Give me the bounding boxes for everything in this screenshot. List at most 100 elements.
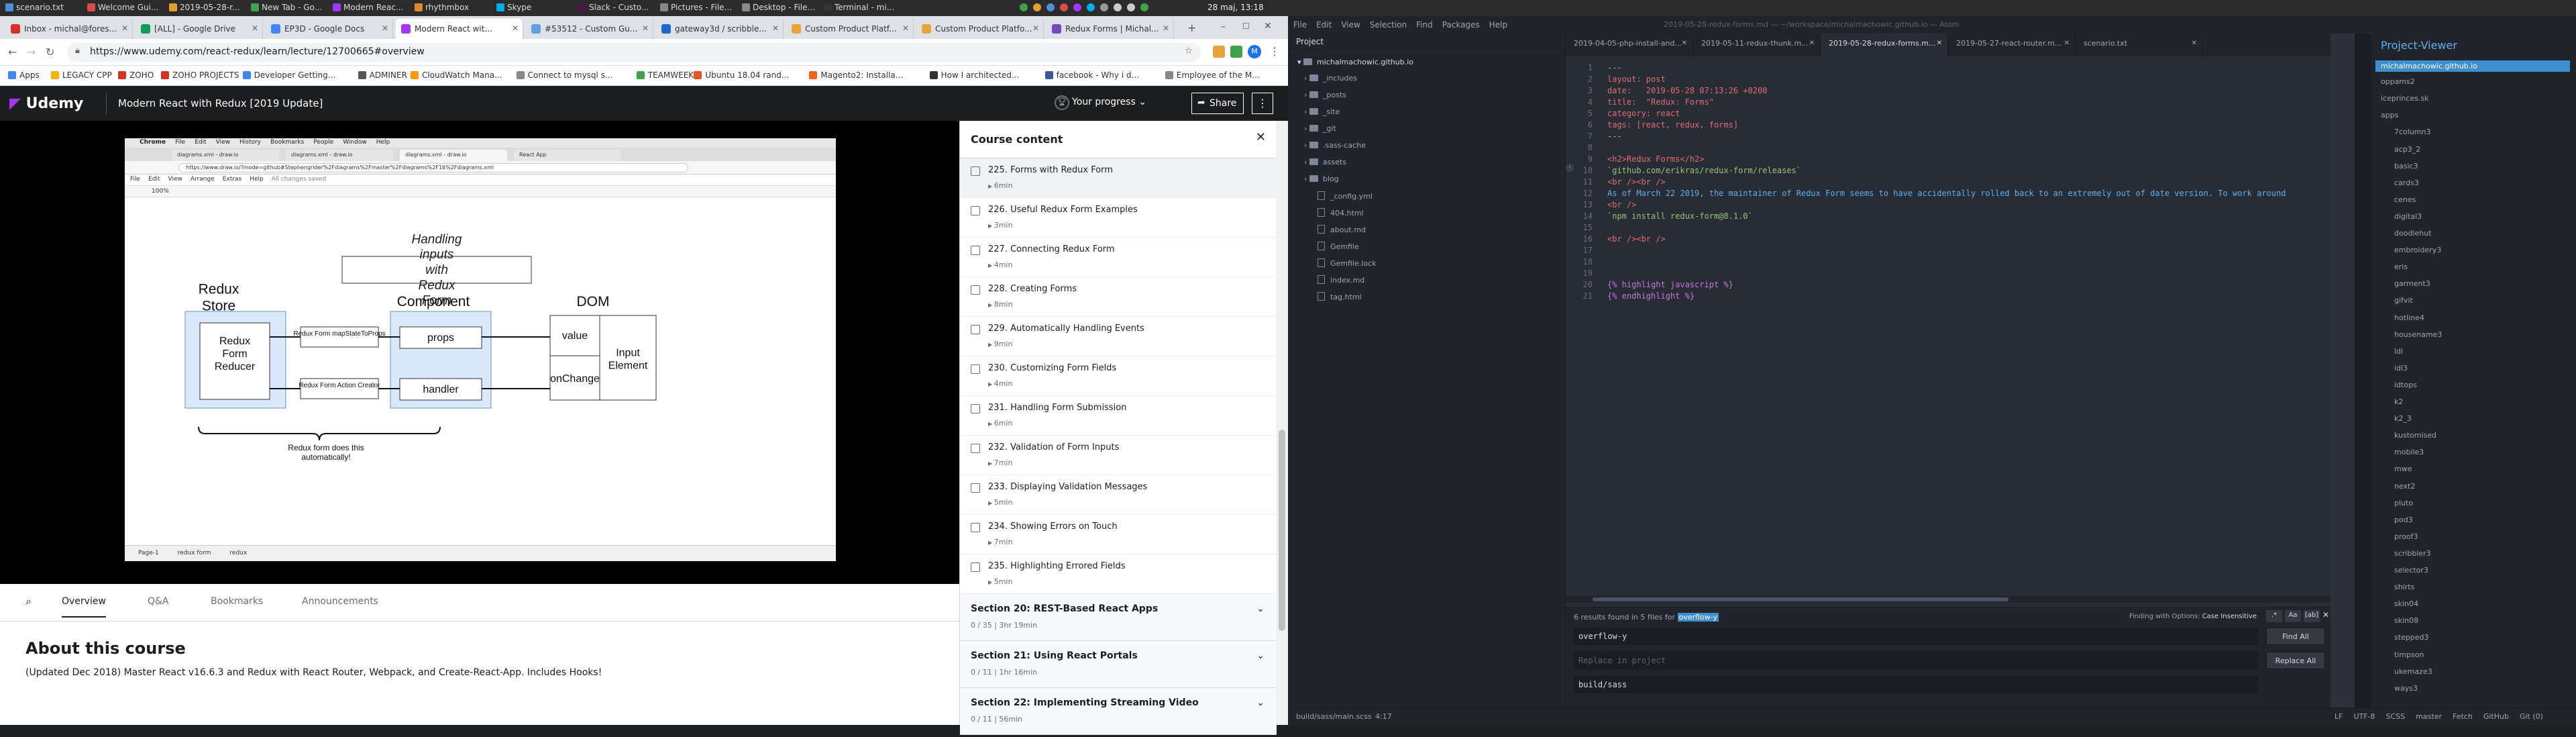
project-item[interactable]: eris: [2394, 262, 2408, 271]
close-tab-icon[interactable]: ✕: [902, 23, 909, 33]
close-icon[interactable]: ✕: [2322, 610, 2329, 620]
reload-icon[interactable]: ↻: [46, 46, 54, 58]
atom-menu-item[interactable]: Selection: [1370, 20, 1407, 30]
atom-menu-item[interactable]: Help: [1489, 20, 1507, 30]
tray-icon[interactable]: [1046, 3, 1055, 11]
tray-icon[interactable]: [1020, 3, 1028, 11]
status-cursor-position[interactable]: 4:17: [1375, 712, 1392, 721]
bookmark-item[interactable]: Magento2: Installa...: [809, 70, 903, 80]
project-group[interactable]: apps: [2381, 111, 2398, 119]
lecture-item[interactable]: 229. Automatically Handling Events ▶︎ 9mi…: [960, 317, 1277, 356]
course-tab[interactable]: Announcements: [302, 596, 378, 607]
project-item[interactable]: kustomised: [2394, 431, 2436, 440]
taskbar-item[interactable]: Pictures - File...: [660, 3, 738, 13]
lecture-item[interactable]: 228. Creating Forms ▶︎ 8min: [960, 277, 1277, 317]
replace-input[interactable]: Replace in project: [1574, 652, 2258, 669]
battery-icon[interactable]: [1140, 3, 1148, 11]
project-item[interactable]: pod3: [2394, 515, 2413, 524]
share-button[interactable]: ➦ Share: [1191, 93, 1244, 114]
project-item[interactable]: k2_3: [2394, 414, 2412, 423]
bookmark-item[interactable]: ZOHO PROJECTS: [161, 70, 239, 80]
close-tab-icon[interactable]: ✕: [1163, 23, 1169, 33]
project-item[interactable]: skin08: [2394, 616, 2418, 625]
close-tab-icon[interactable]: ✕: [252, 23, 258, 33]
udemy-logo[interactable]: ◤ Udemy: [9, 95, 83, 112]
regex-toggle[interactable]: .*: [2266, 610, 2282, 622]
project-item[interactable]: ldl: [2394, 347, 2403, 356]
lecture-item[interactable]: 227. Connecting Redux Form ▶︎ 4min: [960, 238, 1277, 277]
section-item[interactable]: Section 20: REST-Based React Apps 0 / 35 …: [960, 594, 1277, 641]
forward-icon[interactable]: →: [27, 46, 36, 58]
close-tab-icon[interactable]: ✕: [772, 23, 779, 33]
progress-button[interactable]: Your progress ⌄: [1072, 97, 1146, 107]
extension-icon[interactable]: [1213, 46, 1225, 58]
project-item[interactable]: housename3: [2394, 330, 2442, 339]
bookmark-item[interactable]: Employee of the M...: [1165, 70, 1260, 80]
network-icon[interactable]: [1127, 3, 1135, 11]
lecture-checkbox[interactable]: [971, 444, 980, 453]
course-title[interactable]: Modern React with Redux [2019 Update]: [118, 97, 323, 109]
replace-all-button[interactable]: Replace All: [2266, 652, 2325, 669]
project-item[interactable]: scribbler3: [2394, 549, 2431, 558]
close-icon[interactable]: ✕: [1256, 130, 1266, 144]
tree-tab[interactable]: Project: [1288, 34, 1566, 50]
bookmark-item[interactable]: How I architected...: [929, 70, 1019, 80]
lecture-checkbox[interactable]: [971, 483, 980, 493]
tree-item[interactable]: index.md: [1318, 275, 1364, 285]
lecture-checkbox[interactable]: [971, 166, 980, 176]
close-tab-icon[interactable]: ✕: [121, 23, 128, 33]
status-item[interactable]: LF: [2334, 712, 2343, 721]
status-item[interactable]: Fetch: [2453, 712, 2473, 721]
close-tab-icon[interactable]: ✕: [2192, 40, 2197, 47]
browser-tab[interactable]: EP3D - Google Docs ✕: [266, 19, 393, 39]
lecture-item[interactable]: 235. Highlighting Errored Fields ▶︎ 5min: [960, 554, 1277, 594]
profile-avatar[interactable]: M: [1248, 45, 1261, 58]
project-item[interactable]: mobile3: [2394, 448, 2424, 456]
bookmark-item[interactable]: ZOHO: [118, 70, 154, 80]
more-options-button[interactable]: ⋮: [1252, 93, 1273, 114]
editor-tab[interactable]: 2019-05-11-redux-thunk.m... ✕: [1693, 34, 1821, 56]
taskbar-item[interactable]: Desktop - File...: [742, 3, 820, 13]
project-item[interactable]: acp3_2: [2394, 145, 2420, 154]
bookmark-item[interactable]: Ubuntu 18.04 rand...: [694, 70, 789, 80]
scrollbar-thumb[interactable]: [1593, 597, 2008, 601]
scrollbar-thumb[interactable]: [1279, 430, 1285, 631]
taskbar-item[interactable]: rhythmbox: [415, 3, 492, 13]
atom-menu-item[interactable]: File: [1293, 20, 1307, 30]
lecture-checkbox[interactable]: [971, 562, 980, 572]
tray-icon[interactable]: [1087, 3, 1095, 11]
find-input[interactable]: overflow-y: [1574, 628, 2258, 645]
new-tab-button[interactable]: +: [1187, 21, 1196, 34]
project-item[interactable]: shirts: [2394, 583, 2414, 591]
taskbar-item[interactable]: Terminal - mi...: [824, 3, 902, 13]
extension-icon[interactable]: [1230, 46, 1242, 58]
bookmark-item[interactable]: Connect to mysql s...: [516, 70, 612, 80]
fold-arrow-icon[interactable]: ‹: [1566, 164, 1574, 172]
project-item[interactable]: iceprinces.sk: [2381, 94, 2429, 103]
back-icon[interactable]: ←: [8, 46, 17, 58]
lecture-item[interactable]: 234. Showing Errors on Touch ▶︎ 7min: [960, 515, 1277, 554]
course-tab[interactable]: Q&A: [148, 596, 169, 607]
project-item[interactable]: idtops: [2394, 381, 2417, 389]
lecture-checkbox[interactable]: [971, 325, 980, 334]
project-item[interactable]: next2: [2394, 482, 2415, 491]
atom-menu-item[interactable]: View: [1341, 20, 1360, 30]
browser-tab[interactable]: Custom Product Platf... ✕: [786, 19, 914, 39]
close-tab-icon[interactable]: ✕: [1682, 40, 1687, 47]
taskbar-item[interactable]: Skype: [496, 3, 574, 13]
close-window-icon[interactable]: ✕: [1264, 21, 1272, 32]
tree-item[interactable]: › _includes: [1304, 74, 1357, 83]
section-item[interactable]: Section 22: Implementing Streaming Video…: [960, 688, 1277, 735]
bookmark-item[interactable]: facebook - Why i d...: [1044, 70, 1139, 80]
lecture-checkbox[interactable]: [971, 364, 980, 374]
menu-kebab-icon[interactable]: ⋮: [1269, 45, 1280, 58]
browser-tab[interactable]: Inbox - michal@fores... ✕: [5, 19, 133, 39]
close-tab-icon[interactable]: ✕: [382, 23, 388, 33]
editor-tab[interactable]: 2019-05-27-react-router.m... ✕: [1948, 34, 2076, 56]
taskbar-item[interactable]: Slack - Custo...: [578, 3, 656, 13]
tree-item[interactable]: _config.yml: [1318, 191, 1373, 201]
project-item[interactable]: 7column3: [2394, 128, 2431, 136]
close-tab-icon[interactable]: ✕: [1937, 40, 1942, 47]
project-item[interactable]: gifvit: [2394, 296, 2413, 305]
status-item[interactable]: master: [2416, 712, 2442, 721]
